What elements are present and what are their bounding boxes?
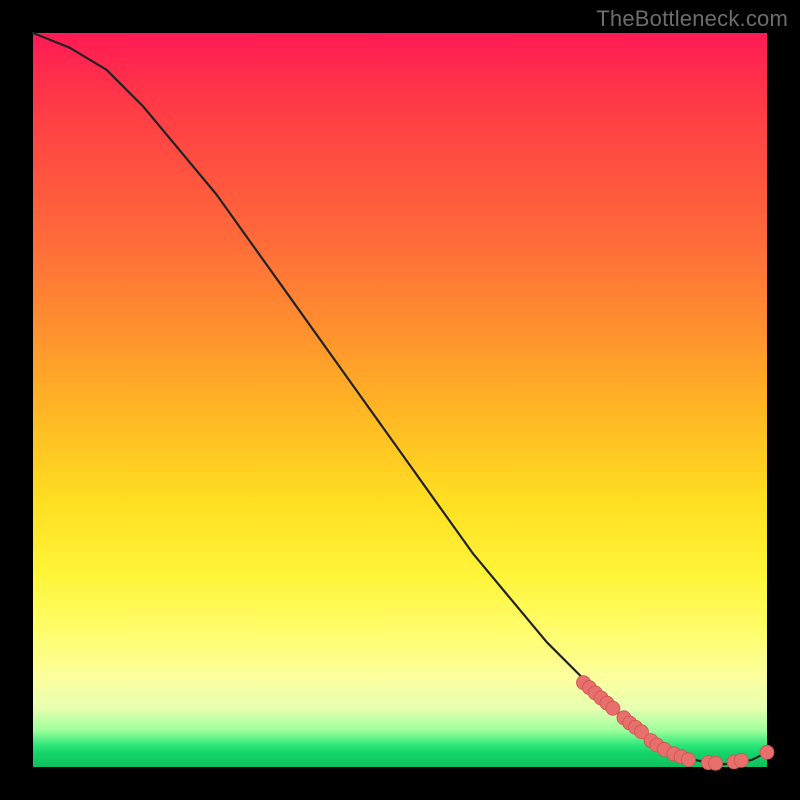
chart-stage: TheBottleneck.com [0, 0, 800, 800]
chart-plot-area [33, 33, 767, 767]
watermark-label: TheBottleneck.com [596, 6, 788, 32]
